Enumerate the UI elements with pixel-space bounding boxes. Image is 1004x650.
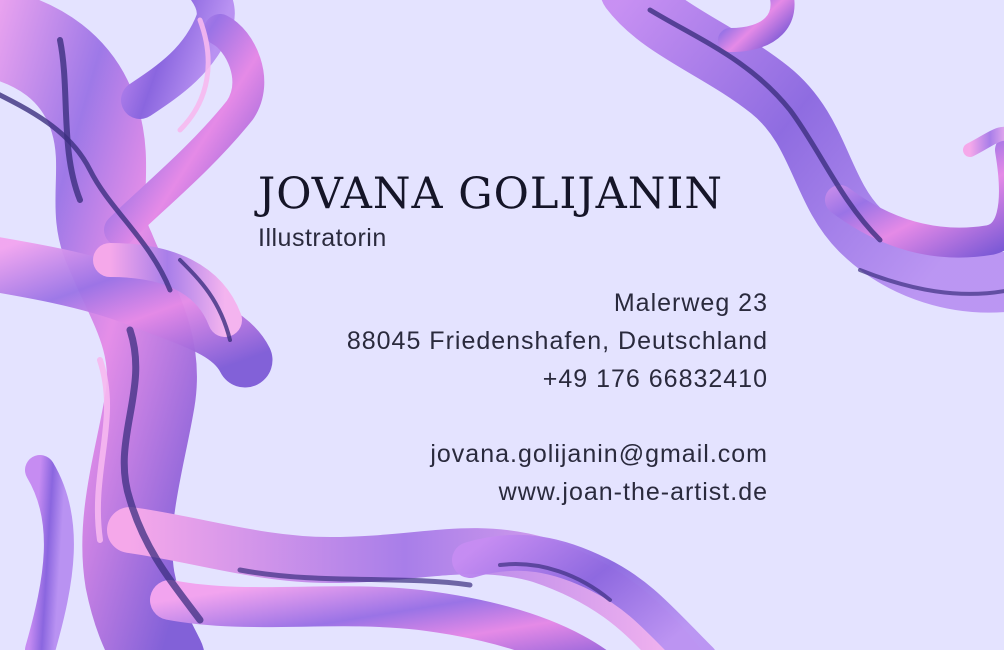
email-address: jovana.golijanin@gmail.com	[430, 440, 768, 468]
job-title: Illustratorin	[258, 224, 387, 252]
top-right-swirl	[601, 0, 1004, 313]
address-city: 88045 Friedenshafen, Deutschland	[346, 327, 768, 355]
address-street: Malerweg 23	[613, 289, 768, 317]
website-url: www.joan-the-artist.de	[498, 478, 768, 506]
person-name: JOVANA GOLIJANIN	[258, 169, 723, 219]
phone-number: +49 176 66832410	[542, 365, 768, 393]
business-card: JOVANA GOLIJANIN Illustratorin Malerweg …	[0, 0, 1004, 650]
